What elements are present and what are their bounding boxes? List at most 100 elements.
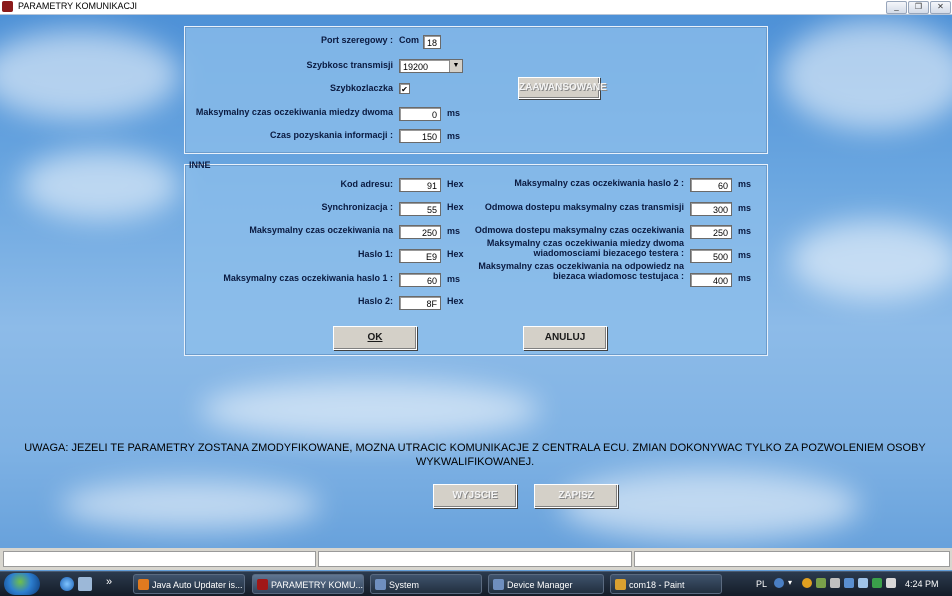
task-device-manager[interactable]: Device Manager [488, 574, 604, 594]
help-icon[interactable] [774, 578, 784, 588]
network-icon[interactable] [858, 578, 868, 588]
checkmark-icon: ✔ [401, 85, 408, 94]
password-1-input[interactable]: E9 [399, 249, 441, 263]
ie-icon[interactable] [60, 577, 74, 591]
group-label-inne: INNE [189, 160, 211, 170]
max-wait-test-response-input[interactable]: 400 [690, 273, 732, 287]
task-label: Java Auto Updater is... [152, 580, 243, 590]
max-wait-tester-messages-input[interactable]: 500 [690, 249, 732, 263]
cloud [200, 380, 540, 440]
max-wait-password-2-label: Maksymalny czas oczekiwania haslo 2 : [514, 178, 684, 188]
paint-icon [615, 579, 626, 590]
volume-icon[interactable] [886, 578, 896, 588]
info-time-input[interactable]: 150 [399, 129, 441, 143]
max-wait-test-response-line1: Maksymalny czas oczekiwania na odpowiedz… [478, 261, 684, 271]
access-denied-max-wait-label: Odmowa dostepu maksymalny czas oczekiwan… [474, 225, 684, 235]
access-denied-max-transmission-unit: ms [738, 203, 752, 213]
info-time-unit: ms [447, 131, 461, 141]
cloud [60, 480, 320, 530]
language-indicator[interactable]: PL [756, 572, 767, 596]
status-cell [3, 551, 316, 567]
access-denied-max-transmission-input[interactable]: 300 [690, 202, 732, 216]
restore-button[interactable]: ❐ [908, 1, 929, 14]
other-settings-panel: INNE Kod adresu: 91 Hex Synchronizacja :… [184, 160, 768, 356]
quick-launch-chevron[interactable]: » [106, 576, 112, 588]
password-1-label: Haslo 1: [357, 249, 393, 259]
save-button[interactable]: ZAPISZ [534, 484, 618, 508]
password-2-unit: Hex [447, 296, 464, 306]
address-code-input[interactable]: 91 [399, 178, 441, 192]
max-wait-password-1-label: Maksymalny czas oczekiwania haslo 1 : [223, 273, 393, 283]
tray-icon[interactable] [830, 578, 840, 588]
java-icon [138, 579, 149, 590]
max-wait-tester-messages-unit: ms [738, 250, 752, 260]
max-wait-password-2-unit: ms [738, 179, 752, 189]
max-wait-response-input[interactable]: 250 [399, 225, 441, 239]
update-icon[interactable] [802, 578, 812, 588]
password-2-label: Haslo 2: [357, 296, 393, 306]
taskbar: » Java Auto Updater is... PARAMETRY KOMU… [0, 571, 952, 596]
task-label: System [389, 580, 420, 590]
device-manager-icon [493, 579, 504, 590]
clock[interactable]: 4:24 PM [905, 572, 939, 596]
status-bar [0, 548, 952, 570]
exit-button[interactable]: WYJSCIE [433, 484, 517, 508]
max-wait-input[interactable]: 0 [399, 107, 441, 121]
task-parametry-komunikacji[interactable]: PARAMETRY KOMU... [252, 574, 364, 594]
password-2-input[interactable]: 8F [399, 296, 441, 310]
max-wait-unit: ms [447, 108, 461, 118]
tray-icon[interactable] [816, 578, 826, 588]
max-wait-tester-messages-line2: wiadomosciami biezacego testera : [533, 248, 684, 258]
speed-select[interactable]: 19200 ▼ [399, 59, 463, 73]
port-label: Port szeregowy : [320, 35, 393, 45]
tray-icon[interactable] [872, 578, 882, 588]
task-label: PARAMETRY KOMU... [271, 580, 364, 590]
max-wait-tester-messages-label: Maksymalny czas oczekiwania miedzy dwoma… [487, 238, 684, 258]
tray-icon[interactable] [844, 578, 854, 588]
cancel-button[interactable]: ANULUJ [523, 326, 607, 350]
max-wait-test-response-unit: ms [738, 273, 752, 283]
password-1-unit: Hex [447, 249, 464, 259]
speed-selected-value: 19200 [403, 62, 429, 72]
serial-settings-panel: Port szeregowy : Com 18 Szybkosc transmi… [184, 26, 768, 154]
max-wait-test-response-label: Maksymalny czas oczekiwania na odpowiedz… [478, 261, 684, 281]
speed-label: Szybkosc transmisji [306, 60, 393, 70]
access-denied-max-wait-unit: ms [738, 226, 752, 236]
task-paint[interactable]: com18 - Paint [610, 574, 722, 594]
task-java-updater[interactable]: Java Auto Updater is... [133, 574, 245, 594]
app-icon [257, 579, 268, 590]
access-denied-max-wait-input[interactable]: 250 [690, 225, 732, 239]
max-wait-tester-messages-line1: Maksymalny czas oczekiwania miedzy dwoma [486, 238, 684, 248]
task-system[interactable]: System [370, 574, 482, 594]
window-titlebar: PARAMETRY KOMUNIKACJI _ ❐ ✕ [0, 0, 952, 15]
task-label: Device Manager [507, 580, 573, 590]
max-wait-test-response-line2: biezaca wiadomosc testujaca : [552, 271, 684, 281]
max-wait-label: Maksymalny czas oczekiwania miedzy dwoma [195, 107, 393, 117]
advanced-button[interactable]: ZAAWANSOWANE [518, 77, 607, 99]
task-label: com18 - Paint [629, 580, 685, 590]
app-icon [2, 1, 13, 12]
port-input[interactable]: 18 [423, 35, 441, 49]
sync-input[interactable]: 55 [399, 202, 441, 216]
chevron-down-icon[interactable]: ▼ [449, 60, 462, 72]
status-cell [634, 551, 950, 567]
desktop-icon[interactable] [78, 577, 92, 591]
max-wait-password-2-input[interactable]: 60 [690, 178, 732, 192]
max-wait-password-1-input[interactable]: 60 [399, 273, 441, 287]
start-button[interactable] [4, 573, 40, 595]
sync-label: Synchronizacja : [321, 202, 393, 212]
close-button[interactable]: ✕ [930, 1, 951, 14]
max-wait-response-unit: ms [447, 226, 461, 236]
address-code-label: Kod adresu: [340, 179, 393, 189]
access-denied-max-transmission-label: Odmowa dostepu maksymalny czas transmisj… [484, 202, 684, 212]
port-prefix: Com [399, 35, 419, 45]
cloud [780, 20, 952, 130]
ok-button[interactable]: OK [333, 326, 417, 350]
sync-unit: Hex [447, 202, 464, 212]
fast-connector-label: Szybkozlaczka [329, 83, 393, 93]
chevron-down-icon[interactable]: ▾ [788, 578, 798, 588]
cloud [0, 30, 180, 120]
minimize-button[interactable]: _ [886, 1, 907, 14]
warning-message: UWAGA: JEZELI TE PARAMETRY ZOSTANA ZMODY… [24, 442, 926, 468]
fast-connector-checkbox[interactable]: ✔ [399, 83, 410, 94]
